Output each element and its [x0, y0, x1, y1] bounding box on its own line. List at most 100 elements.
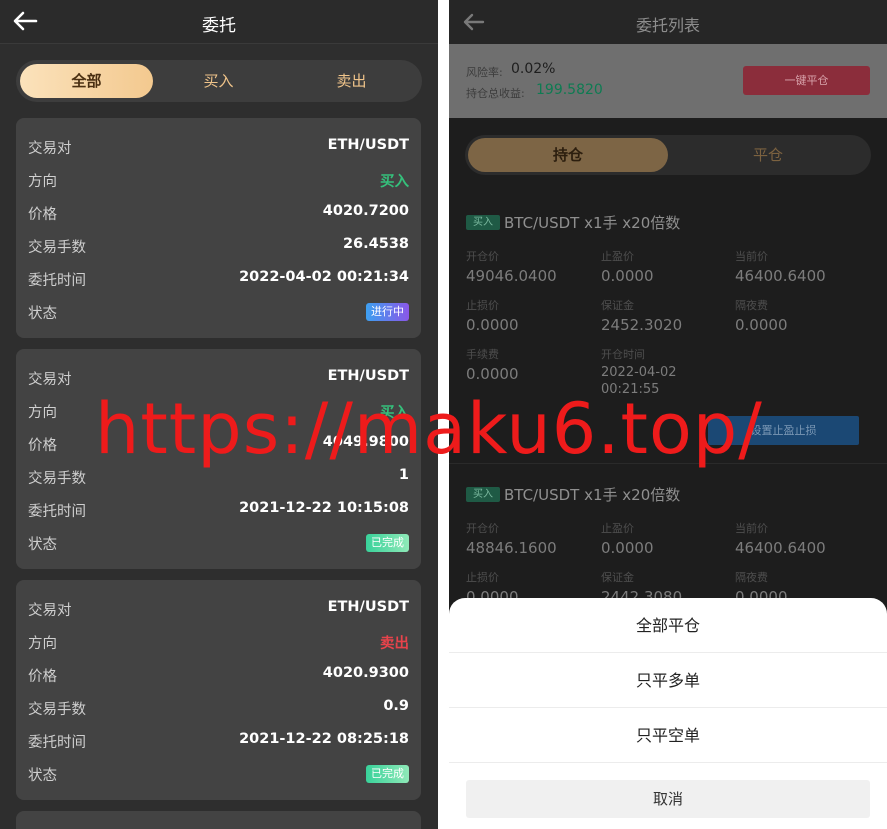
label-volume: 交易手数 — [28, 240, 86, 256]
order-row-status: 状态 已完成 — [28, 764, 409, 784]
label-direction: 方向 — [28, 174, 57, 190]
overnight-fee-label: 隔夜费 — [735, 299, 768, 312]
close-short-option[interactable]: 只平空单 — [449, 708, 887, 763]
order-row-price: 价格 4049.9800 — [28, 434, 409, 454]
page-title: 委托列表 — [635, 16, 700, 35]
risk-summary: 风险率: 0.02% 持仓总收益: 199.5820 一键平仓 — [449, 44, 887, 118]
take-profit-label: 止盈价 — [601, 250, 634, 263]
divider — [449, 463, 887, 464]
margin-label: 保证金 — [601, 299, 634, 312]
open-price-cell: 开仓价 49046.0400 — [466, 248, 557, 285]
label-pair: 交易对 — [28, 141, 72, 157]
close-long-option[interactable]: 只平多单 — [449, 653, 887, 708]
order-row-volume: 交易手数 26.4538 — [28, 236, 409, 256]
order-row-direction: 方向 买入 — [28, 401, 409, 421]
order-card[interactable] — [16, 811, 421, 829]
order-row-volume: 交易手数 0.9 — [28, 698, 409, 718]
order-row-time: 委托时间 2022-04-02 00:21:34 — [28, 269, 409, 289]
value-time: 2022-04-02 00:21:34 — [239, 269, 409, 285]
value-price: 4020.7200 — [322, 203, 409, 219]
label-price: 价格 — [28, 669, 57, 685]
margin-cell: 保证金 2452.3020 — [601, 297, 682, 334]
value-volume: 1 — [398, 467, 409, 483]
overnight-fee-value: 0.0000 — [735, 316, 788, 334]
tab-buy[interactable]: 买入 — [152, 64, 285, 98]
label-price: 价格 — [28, 438, 57, 454]
close-all-option[interactable]: 全部平仓 — [449, 598, 887, 653]
stop-loss-label: 止损价 — [466, 571, 499, 584]
value-direction: 买入 — [380, 405, 409, 421]
open-time-label: 开仓时间 — [601, 348, 645, 361]
set-stop-loss-button[interactable]: 设置止盈止损 — [708, 416, 859, 445]
label-volume: 交易手数 — [28, 471, 86, 487]
header-bar: 委托列表 — [449, 0, 887, 44]
value-pair: ETH/USDT — [327, 368, 409, 384]
margin-value: 2452.3020 — [601, 316, 683, 334]
order-card[interactable]: 交易对 ETH/USDT 方向 买入 价格 4020.7200 交易手数 26.… — [16, 118, 421, 338]
label-direction: 方向 — [28, 636, 57, 652]
open-price-label: 开仓价 — [466, 250, 499, 263]
total-profit-value: 199.5820 — [536, 82, 603, 98]
order-row-pair: 交易对 ETH/USDT — [28, 599, 409, 619]
stop-loss-label: 止损价 — [466, 299, 499, 312]
label-pair: 交易对 — [28, 603, 72, 619]
tab-holding[interactable]: 持仓 — [468, 138, 668, 172]
value-volume: 0.9 — [383, 698, 409, 714]
take-profit-value: 0.0000 — [601, 539, 654, 557]
fee-label: 手续费 — [466, 348, 499, 361]
tab-sell[interactable]: 卖出 — [285, 64, 418, 98]
label-price: 价格 — [28, 207, 57, 223]
fee-value: 0.0000 — [466, 365, 519, 383]
order-row-pair: 交易对 ETH/USDT — [28, 137, 409, 157]
stop-loss-value: 0.0000 — [466, 316, 519, 334]
order-row-status: 状态 进行中 — [28, 302, 409, 322]
order-row-price: 价格 4020.7200 — [28, 203, 409, 223]
label-time: 委托时间 — [28, 273, 86, 289]
total-profit-label: 持仓总收益: — [466, 87, 525, 100]
position-name: BTC/USDT x1手 x20倍数 — [504, 214, 681, 232]
position-title: 买入 BTC/USDT x1手 x20倍数 — [466, 212, 766, 232]
open-price-value: 48846.1600 — [466, 539, 557, 557]
overnight-fee-label: 隔夜费 — [735, 571, 768, 584]
label-status: 状态 — [28, 768, 57, 784]
label-direction: 方向 — [28, 405, 57, 421]
value-time: 2021-12-22 08:25:18 — [239, 731, 409, 747]
tab-closed[interactable]: 平仓 — [668, 138, 868, 172]
position-tabs: 持仓 平仓 — [465, 135, 871, 175]
direction-tag: 买入 — [466, 487, 500, 502]
open-time-cell: 开仓时间 2022-04-02 00:21:55 — [601, 346, 677, 398]
position-name: BTC/USDT x1手 x20倍数 — [504, 486, 681, 504]
open-time-date: 2022-04-02 — [601, 365, 677, 380]
current-price-value: 46400.6400 — [735, 539, 826, 557]
filter-tabs: 全部 买入 卖出 — [16, 60, 422, 102]
value-pair: ETH/USDT — [327, 599, 409, 615]
position-title: 买入 BTC/USDT x1手 x20倍数 — [466, 484, 766, 504]
value-direction: 买入 — [380, 174, 409, 190]
close-position-sheet: 全部平仓 只平多单 只平空单 取消 — [449, 598, 887, 829]
risk-rate-label: 风险率: — [466, 66, 503, 79]
label-volume: 交易手数 — [28, 702, 86, 718]
position-list-screen: 委托列表 风险率: 0.02% 持仓总收益: 199.5820 一键平仓 持仓 … — [449, 0, 887, 829]
tab-all[interactable]: 全部 — [20, 64, 153, 98]
current-price-cell: 当前价 46400.6400 — [735, 248, 826, 285]
margin-label: 保证金 — [601, 571, 634, 584]
take-profit-cell: 止盈价 0.0000 — [601, 520, 654, 557]
current-price-label: 当前价 — [735, 250, 768, 263]
order-row-pair: 交易对 ETH/USDT — [28, 368, 409, 388]
overnight-fee-cell: 隔夜费 0.0000 — [735, 297, 788, 334]
direction-tag: 买入 — [466, 215, 500, 230]
order-row-status: 状态 已完成 — [28, 533, 409, 553]
cancel-button[interactable]: 取消 — [466, 780, 870, 818]
order-card[interactable]: 交易对 ETH/USDT 方向 卖出 价格 4020.9300 交易手数 0.9… — [16, 580, 421, 800]
value-price: 4020.9300 — [322, 665, 409, 681]
take-profit-value: 0.0000 — [601, 267, 654, 285]
order-row-direction: 方向 买入 — [28, 170, 409, 190]
order-row-direction: 方向 卖出 — [28, 632, 409, 652]
label-time: 委托时间 — [28, 504, 86, 520]
order-card[interactable]: 交易对 ETH/USDT 方向 买入 价格 4049.9800 交易手数 1 委… — [16, 349, 421, 569]
close-all-button[interactable]: 一键平仓 — [743, 66, 870, 95]
open-time-clock: 00:21:55 — [601, 382, 660, 397]
value-volume: 26.4538 — [342, 236, 409, 252]
current-price-label: 当前价 — [735, 522, 768, 535]
open-price-cell: 开仓价 48846.1600 — [466, 520, 557, 557]
